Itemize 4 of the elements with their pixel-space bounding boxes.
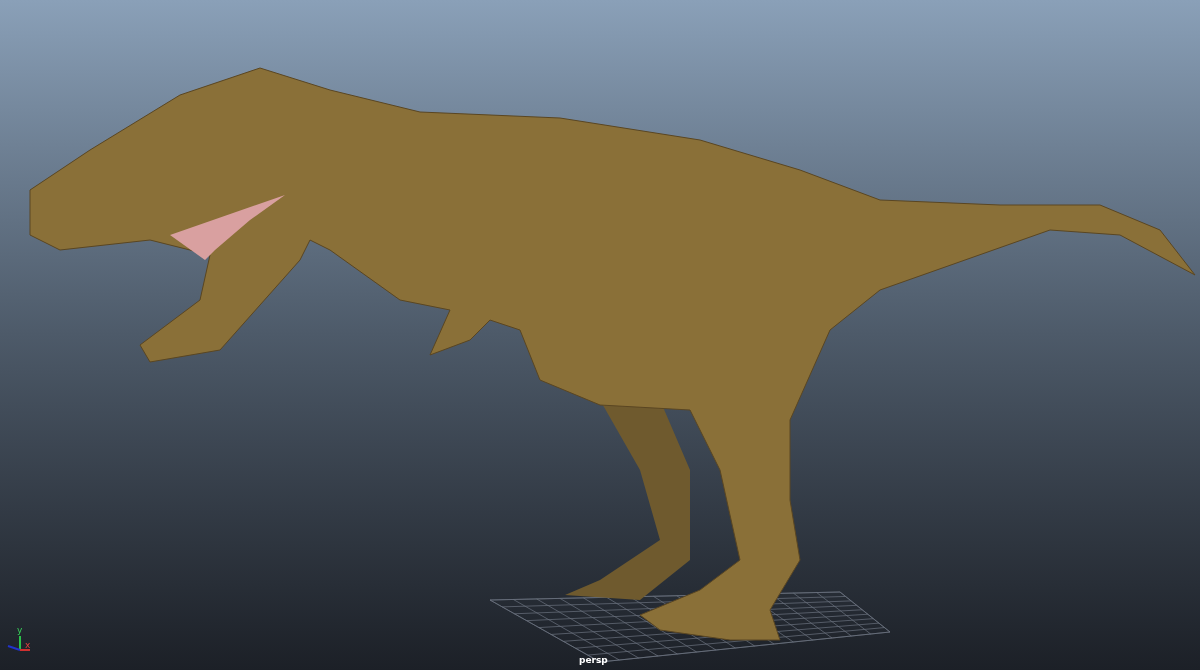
- axis-gizmo-icon: [7, 635, 31, 651]
- camera-label: persp: [579, 656, 608, 665]
- axis-label: x: [25, 641, 31, 650]
- axis-label: y: [17, 626, 23, 635]
